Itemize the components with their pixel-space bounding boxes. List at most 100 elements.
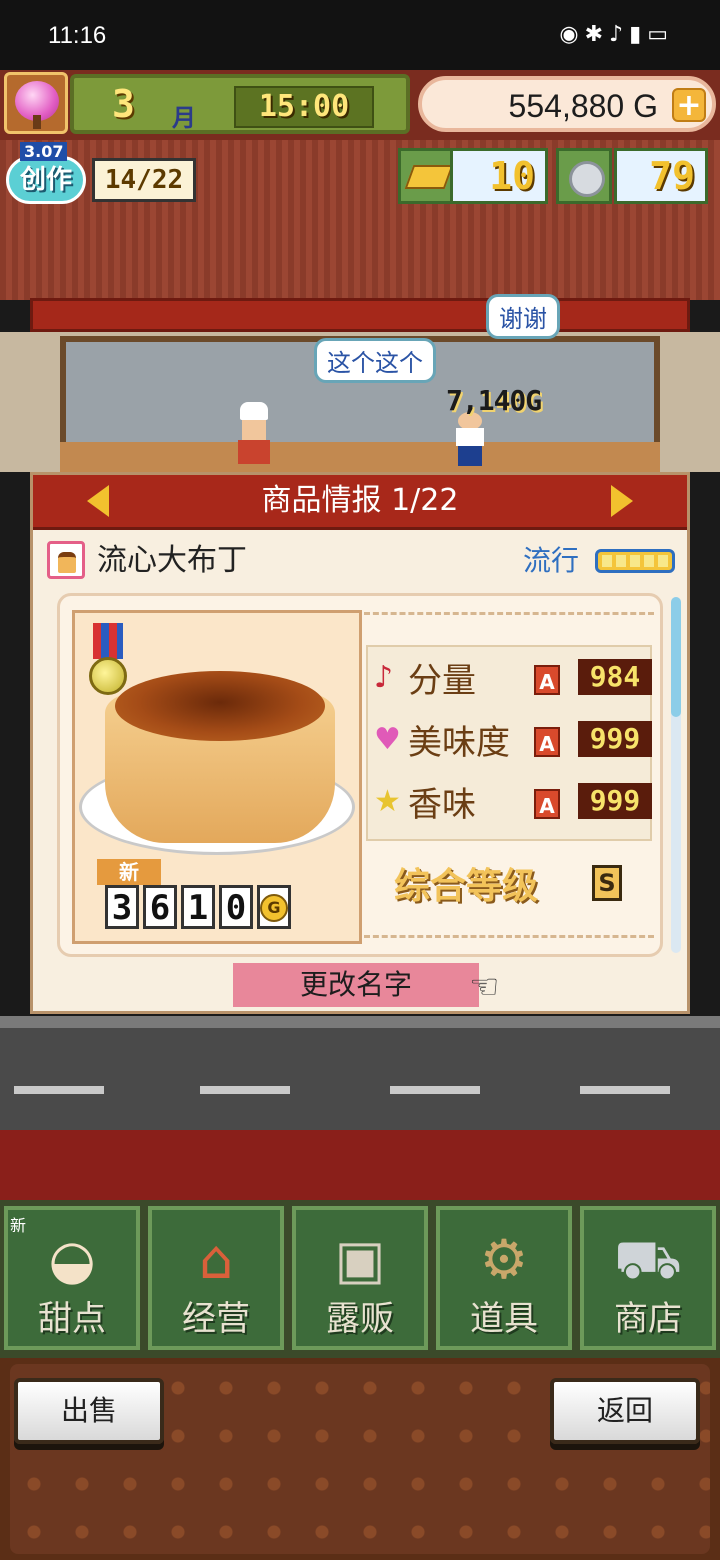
stat-row-aroma: ★ 香味 A 999 xyxy=(374,777,654,833)
stat-rank: A xyxy=(534,665,560,695)
stat-row-taste: ♥ 美味度 A 999 xyxy=(374,715,654,771)
medal-icon xyxy=(89,657,127,695)
create-progress[interactable]: 创作 3.07 14/22 xyxy=(6,142,198,206)
tab-label: 露贩 xyxy=(326,1299,394,1339)
stat-label: 美味度 xyxy=(408,723,510,763)
tree-button[interactable] xyxy=(4,72,68,134)
5g-signal-icon: ▮ xyxy=(629,22,648,47)
battery-icon: ▭ xyxy=(647,22,674,47)
carpet xyxy=(0,1130,720,1202)
back-button[interactable]: 返回 xyxy=(550,1378,700,1444)
tab-stall[interactable]: ▣ 露贩 xyxy=(292,1206,428,1350)
game-clock: 15:00 xyxy=(234,86,374,128)
money-amount: 554,880 G xyxy=(508,88,658,124)
star-icon: ★ xyxy=(374,784,401,819)
item-name: 流心大布丁 xyxy=(97,543,247,578)
stats-area: ♪ 分量 A 984 ♥ 美味度 A 999 ★ 香味 A 999 综合等级 S xyxy=(364,612,654,938)
road-dash xyxy=(200,1086,290,1094)
price-unit: G xyxy=(260,894,288,922)
stat-value: 984 xyxy=(578,659,652,695)
speech-bubble-this: 这个这个 xyxy=(314,338,436,383)
item-detail-panel: 新 3610G ♪ 分量 A 984 ♥ 美味度 A 999 ★ 香味 A 99… xyxy=(57,593,663,957)
note-icon: ♪ xyxy=(374,660,394,695)
date-box: 3 月 15:00 xyxy=(70,74,410,134)
pudding-icon xyxy=(47,541,85,579)
trend-meter xyxy=(595,549,675,573)
food-truck-icon: ▣ xyxy=(334,1228,386,1291)
price-digit: 3 xyxy=(105,885,139,929)
stat-rank: A xyxy=(534,789,560,819)
medal-ribbon xyxy=(93,623,123,659)
silent-icon: ♪ xyxy=(609,22,630,47)
eye-icon: ◉ xyxy=(559,22,585,47)
stat-label: 分量 xyxy=(408,661,476,701)
road-dash xyxy=(390,1086,480,1094)
add-money-button[interactable]: + xyxy=(672,88,706,122)
menu-tabs: 新 ◒ 甜点 ⌂ 经营 ▣ 露贩 ⚙ 道具 ⛟ 商店 xyxy=(0,1200,720,1358)
money-box: 554,880 G + xyxy=(418,76,716,132)
tab-store[interactable]: ⛟ 商店 xyxy=(580,1206,716,1350)
price-display: 3610G xyxy=(105,885,291,931)
create-level: 3.07 xyxy=(20,142,68,161)
tree-trunk xyxy=(33,115,41,129)
stat-value: 999 xyxy=(578,783,652,819)
tab-label: 甜点 xyxy=(38,1299,106,1339)
month-label: 月 xyxy=(172,104,196,132)
caramel-top xyxy=(115,671,325,741)
chef-character xyxy=(234,402,274,464)
bluetooth-icon: ✱ xyxy=(584,22,610,47)
trend-label: 流行 xyxy=(523,544,580,577)
stats-box: ♪ 分量 A 984 ♥ 美味度 A 999 ★ 香味 A 999 xyxy=(366,645,652,841)
tab-sweets[interactable]: 新 ◒ 甜点 xyxy=(4,1206,140,1350)
status-time: 11:16 xyxy=(48,22,107,49)
silver-count: 79 xyxy=(614,148,708,204)
shop-awning xyxy=(30,298,690,332)
gold-bar-counter: 10 xyxy=(398,148,548,204)
price-digit: 0 xyxy=(219,885,253,929)
silver-medal-counter: 79 xyxy=(556,148,708,204)
overall-grade-label: 综合等级 xyxy=(394,866,539,907)
tab-label: 道具 xyxy=(470,1299,538,1339)
sell-button[interactable]: 出售 xyxy=(14,1378,164,1444)
new-tag: 新 xyxy=(97,859,161,885)
shop-icon: ⌂ xyxy=(198,1228,234,1291)
stat-label: 香味 xyxy=(408,785,476,825)
dialog-title: 商品情报 1/22 xyxy=(261,483,459,518)
new-badge: 新 xyxy=(10,1216,27,1235)
overall-grade-value: S xyxy=(592,865,622,901)
customer-character xyxy=(452,412,488,466)
sale-amount: 7,140G xyxy=(446,384,542,417)
gold-bar-icon xyxy=(398,148,454,204)
scrollbar[interactable] xyxy=(671,597,681,953)
create-count: 14/22 xyxy=(92,158,196,202)
rename-button[interactable]: 更改名字 xyxy=(233,963,479,1007)
create-badge: 创作 xyxy=(6,156,86,204)
cake-icon: ◒ xyxy=(48,1228,96,1291)
tab-label: 商店 xyxy=(614,1299,682,1339)
stat-rank: A xyxy=(534,727,560,757)
pointing-hand-icon: ☜ xyxy=(469,967,500,1007)
tab-label: 经营 xyxy=(182,1299,250,1339)
speech-bubble-thanks: 谢谢 xyxy=(486,294,560,339)
gold-bar-count: 10 xyxy=(450,148,548,204)
prev-arrow-icon[interactable] xyxy=(87,485,109,517)
product-info-dialog: 商品情报 1/22 流心大布丁 流行 新 3610G ♪ 分量 A 984 ♥ … xyxy=(30,472,690,1014)
stat-row-amount: ♪ 分量 A 984 xyxy=(374,653,654,709)
road-dash xyxy=(580,1086,670,1094)
road-dash xyxy=(14,1086,104,1094)
dialog-titlebar: 商品情报 1/22 xyxy=(33,475,687,530)
g-coin-icon: G xyxy=(257,885,291,929)
heart-icon: ♥ xyxy=(374,722,401,757)
item-image-frame: 新 3610G xyxy=(72,610,362,944)
status-icons: ◉✱♪▮▭ xyxy=(559,22,674,47)
status-bar: 11:16 ◉✱♪▮▭ xyxy=(0,0,720,70)
price-digit: 1 xyxy=(181,885,215,929)
price-digit: 6 xyxy=(143,885,177,929)
tab-management[interactable]: ⌂ 经营 xyxy=(148,1206,284,1350)
item-name-row: 流心大布丁 流行 xyxy=(43,541,677,585)
stat-value: 999 xyxy=(578,721,652,757)
tab-items[interactable]: ⚙ 道具 xyxy=(436,1206,572,1350)
next-arrow-icon[interactable] xyxy=(611,485,633,517)
month-number: 3 xyxy=(112,82,135,126)
silver-coin-icon xyxy=(556,148,612,204)
